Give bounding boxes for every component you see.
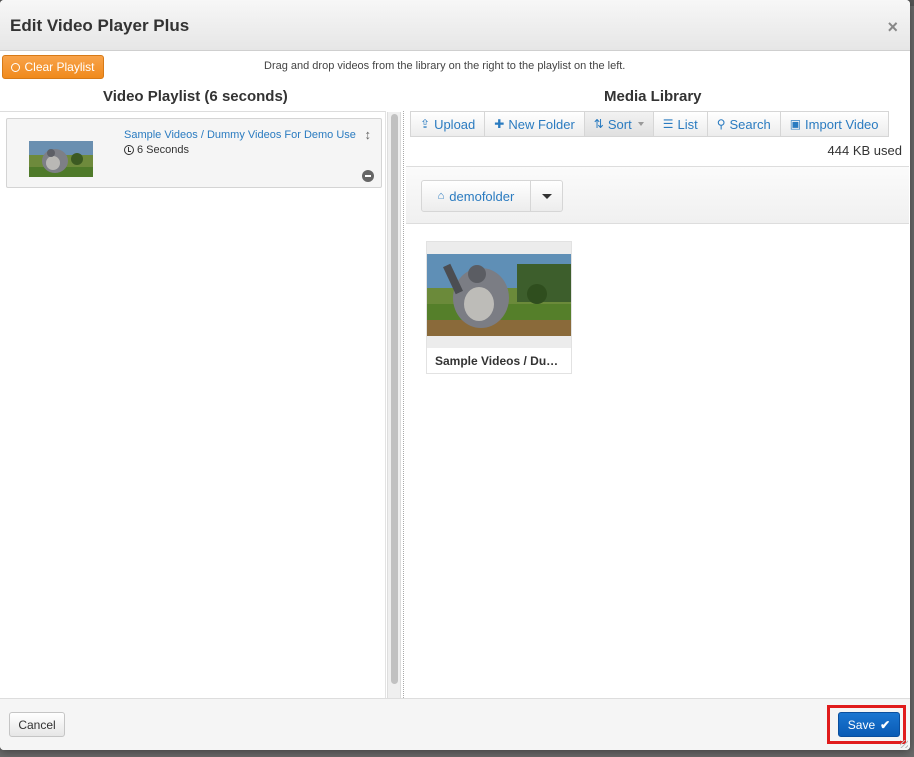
modal-title: Edit Video Player Plus bbox=[10, 16, 190, 35]
playlist-toolbar: Clear Playlist Drag and drop videos from… bbox=[0, 51, 910, 85]
playlist-item-title[interactable]: Sample Videos / Dummy Videos For Demo Us… bbox=[124, 129, 356, 141]
new-folder-label: New Folder bbox=[508, 116, 575, 132]
upload-label: Upload bbox=[434, 116, 476, 132]
media-library-toolbar: ⇪ Upload ✚ New Folder ⇅ Sort ☰ List ⚲ Se… bbox=[410, 111, 889, 137]
folder-name: demofolder bbox=[449, 188, 515, 204]
sort-button[interactable]: ⇅ Sort bbox=[584, 111, 654, 137]
drag-drop-hint: Drag and drop videos from the library on… bbox=[264, 60, 626, 72]
edit-video-player-modal: Edit Video Player Plus × Clear Playlist … bbox=[0, 0, 910, 750]
media-thumbnail bbox=[427, 242, 571, 348]
new-folder-button[interactable]: ✚ New Folder bbox=[485, 111, 585, 137]
checkmark-icon: ✔ bbox=[880, 717, 891, 732]
clear-playlist-button[interactable]: Clear Playlist bbox=[2, 55, 104, 79]
circle-icon bbox=[11, 62, 21, 72]
storage-usage: 444 KB used bbox=[827, 143, 902, 158]
media-library-item[interactable]: Sample Videos / Dummy Videos For Demo Us… bbox=[426, 241, 572, 374]
close-icon[interactable]: × bbox=[887, 18, 898, 36]
resize-handle[interactable] bbox=[900, 740, 908, 748]
sort-label: Sort bbox=[607, 116, 632, 132]
save-label: Save bbox=[847, 717, 876, 732]
folder-navigation: ⌂ demofolder bbox=[406, 166, 909, 224]
playlist-scrollbar[interactable] bbox=[387, 112, 401, 698]
chevron-down-icon bbox=[541, 193, 552, 199]
upload-button[interactable]: ⇪ Upload bbox=[410, 111, 486, 137]
modal-header: Edit Video Player Plus × bbox=[0, 0, 910, 51]
import-icon: ▣ bbox=[789, 117, 802, 131]
import-video-label: Import Video bbox=[805, 116, 879, 132]
plus-icon: ✚ bbox=[494, 117, 505, 131]
list-view-button[interactable]: ☰ List bbox=[653, 111, 708, 137]
clock-icon bbox=[124, 145, 134, 155]
scrollbar-thumb[interactable] bbox=[391, 114, 398, 684]
cancel-button[interactable]: Cancel bbox=[9, 712, 65, 737]
modal-footer: Cancel Save ✔ bbox=[0, 698, 910, 750]
folder-button[interactable]: ⌂ demofolder bbox=[421, 180, 531, 212]
video-thumbnail-image bbox=[427, 254, 571, 336]
playlist-item-duration: 6 Seconds bbox=[124, 144, 189, 156]
save-button[interactable]: Save ✔ bbox=[838, 712, 900, 737]
sort-icon: ⇅ bbox=[593, 117, 604, 131]
folder-dropdown-button[interactable] bbox=[531, 180, 563, 212]
video-thumbnail-image bbox=[29, 141, 93, 177]
clear-playlist-label: Clear Playlist bbox=[24, 60, 95, 74]
media-item-caption: Sample Videos / Dummy Videos For Demo Us… bbox=[435, 354, 571, 368]
search-label: Search bbox=[729, 116, 771, 132]
media-library-title: Media Library bbox=[604, 88, 702, 105]
import-video-button[interactable]: ▣ Import Video bbox=[780, 111, 889, 137]
playlist-item[interactable]: Sample Videos / Dummy Videos For Demo Us… bbox=[6, 118, 382, 188]
playlist-title: Video Playlist (6 seconds) bbox=[103, 88, 288, 105]
remove-item-icon[interactable] bbox=[362, 170, 374, 182]
list-icon: ☰ bbox=[662, 117, 674, 131]
duration-label: 6 Seconds bbox=[137, 144, 189, 156]
home-icon: ⌂ bbox=[437, 190, 445, 202]
list-label: List bbox=[677, 116, 698, 132]
video-thumbnail bbox=[427, 254, 571, 336]
drag-handle-icon[interactable]: ↕ bbox=[365, 127, 372, 142]
upload-icon: ⇪ bbox=[420, 117, 431, 131]
search-icon: ⚲ bbox=[716, 117, 726, 131]
chevron-down-icon bbox=[637, 122, 644, 126]
playlist-panel: Sample Videos / Dummy Videos For Demo Us… bbox=[0, 111, 386, 698]
search-button[interactable]: ⚲ Search bbox=[707, 111, 781, 137]
video-thumbnail bbox=[29, 141, 93, 177]
media-library-panel: ⇪ Upload ✚ New Folder ⇅ Sort ☰ List ⚲ Se… bbox=[403, 111, 910, 698]
